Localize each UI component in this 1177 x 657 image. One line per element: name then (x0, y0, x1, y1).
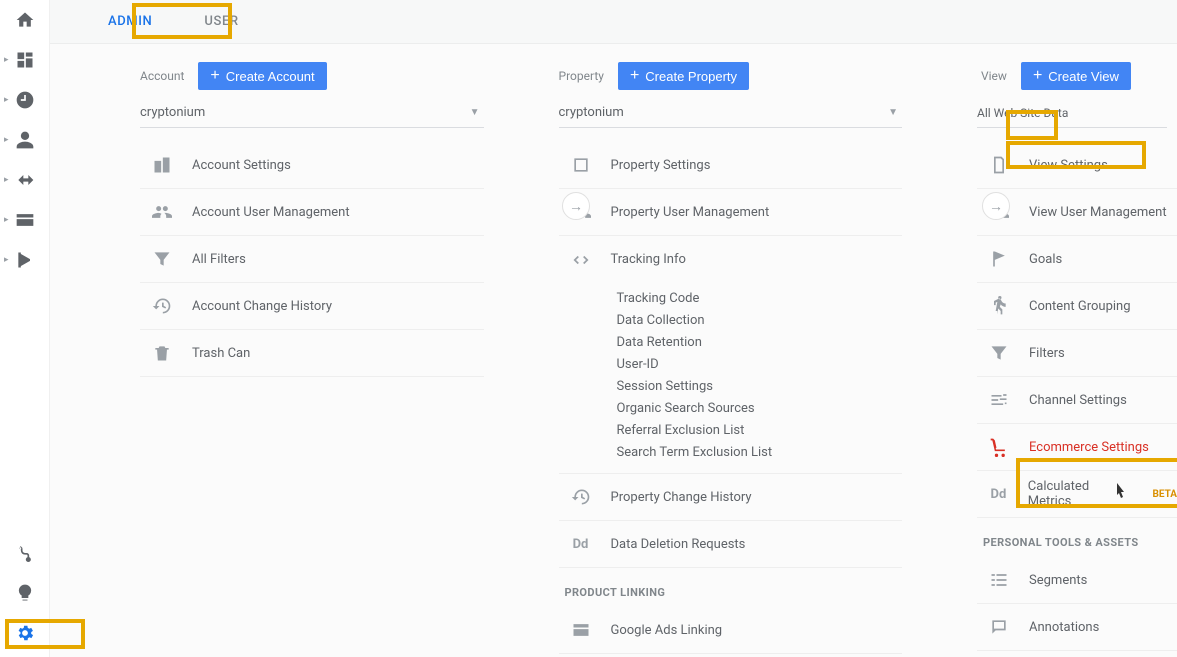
create-view-button[interactable]: +Create View (1021, 62, 1131, 90)
data-collection[interactable]: Data Collection (617, 309, 903, 331)
ads-icon (569, 620, 593, 640)
history-icon (569, 487, 593, 507)
property-selector[interactable]: cryptonium▼ (559, 98, 903, 128)
product-linking-header: PRODUCT LINKING (559, 568, 903, 607)
collapse-account-button[interactable]: → (562, 192, 590, 220)
dd-icon: Dd (987, 487, 1010, 502)
segments[interactable]: Segments (977, 557, 1177, 604)
tab-user[interactable]: USER (178, 0, 264, 43)
organic-search-sources[interactable]: Organic Search Sources (617, 397, 903, 419)
tab-admin[interactable]: ADMIN (82, 0, 178, 43)
cursor-pointer-icon (1110, 481, 1130, 505)
account-user-management[interactable]: Account User Management (140, 189, 484, 236)
annotations[interactable]: Annotations (977, 604, 1177, 651)
nav-realtime[interactable]: ▸ (0, 80, 50, 120)
nav-admin[interactable] (0, 613, 50, 653)
calculated-metrics[interactable]: DdCalculated MetricsBETA (977, 471, 1177, 518)
data-deletion-requests[interactable]: DdData Deletion Requests (559, 521, 903, 568)
google-ads-linking[interactable]: Google Ads Linking (559, 607, 903, 654)
tracking-info-sublist: Tracking Code Data Collection Data Reten… (559, 283, 903, 474)
create-account-button[interactable]: +Create Account (198, 62, 326, 90)
content-grouping[interactable]: Content Grouping (977, 283, 1177, 330)
account-change-history[interactable]: Account Change History (140, 283, 484, 330)
cart-icon (987, 437, 1011, 457)
account-column: Account +Create Account cryptonium▼ Acco… (140, 62, 559, 657)
users-icon (150, 202, 174, 222)
code-icon (569, 250, 593, 270)
property-settings[interactable]: Property Settings (559, 142, 903, 189)
view-settings[interactable]: View Settings (977, 142, 1177, 189)
all-filters[interactable]: All Filters (140, 236, 484, 283)
chevron-down-icon: ▼ (888, 107, 898, 118)
session-settings[interactable]: Session Settings (617, 375, 903, 397)
user-id[interactable]: User-ID (617, 353, 903, 375)
property-label: Property (559, 69, 604, 83)
account-settings[interactable]: Account Settings (140, 142, 484, 189)
nav-home[interactable] (0, 0, 50, 40)
plus-icon: + (1033, 68, 1042, 84)
plus-icon: + (210, 68, 219, 84)
trash-icon (150, 343, 174, 363)
beta-badge: BETA (1153, 489, 1177, 500)
tracking-info[interactable]: Tracking Info (559, 236, 903, 283)
account-selector[interactable]: cryptonium▼ (140, 98, 484, 128)
comment-icon (987, 617, 1011, 637)
property-column: Property +Create Property cryptonium▼ Pr… (559, 62, 978, 657)
channel-settings[interactable]: Channel Settings (977, 377, 1177, 424)
segments-icon (987, 570, 1011, 590)
nav-acquisition[interactable]: ▸ (0, 160, 50, 200)
nav-attribution[interactable] (0, 533, 50, 573)
nav-behavior[interactable]: ▸ (0, 200, 50, 240)
chevron-down-icon: ▼ (470, 107, 480, 118)
tab-bar: ADMIN USER (50, 0, 1177, 44)
nav-conversions[interactable]: ▸ (0, 240, 50, 280)
square-icon (569, 155, 593, 175)
property-change-history[interactable]: Property Change History (559, 474, 903, 521)
account-label: Account (140, 69, 184, 83)
view-label: View (977, 69, 1011, 83)
filters[interactable]: Filters (977, 330, 1177, 377)
nav-discover[interactable] (0, 573, 50, 613)
dd-icon: Dd (569, 537, 593, 552)
tracking-code[interactable]: Tracking Code (617, 287, 903, 309)
ecommerce-settings[interactable]: Ecommerce Settings (977, 424, 1177, 471)
flag-icon (987, 249, 1011, 269)
view-selector[interactable]: All Web Site Data (977, 98, 1167, 128)
file-icon (987, 155, 1011, 175)
personal-tools-header: PERSONAL TOOLS & ASSETS (977, 518, 1177, 557)
search-term-exclusion-list[interactable]: Search Term Exclusion List (617, 441, 903, 463)
data-retention[interactable]: Data Retention (617, 331, 903, 353)
nav-audience[interactable]: ▸ (0, 120, 50, 160)
building-icon (150, 155, 174, 175)
nav-customization[interactable]: ▸ (0, 40, 50, 80)
person-run-icon (987, 296, 1011, 316)
funnel-icon (150, 249, 174, 269)
plus-icon: + (630, 68, 639, 84)
collapse-property-button[interactable]: → (982, 192, 1010, 220)
create-property-button[interactable]: +Create Property (618, 62, 749, 90)
view-column: View +Create View All Web Site Data View… (977, 62, 1177, 657)
referral-exclusion-list[interactable]: Referral Exclusion List (617, 419, 903, 441)
property-user-management[interactable]: Property User Management (559, 189, 903, 236)
sliders-icon (987, 390, 1011, 410)
left-sidebar: ▸ ▸ ▸ ▸ ▸ ▸ (0, 0, 50, 657)
goals[interactable]: Goals (977, 236, 1177, 283)
history-icon (150, 296, 174, 316)
trash-can[interactable]: Trash Can (140, 330, 484, 377)
funnel-icon (987, 343, 1011, 363)
